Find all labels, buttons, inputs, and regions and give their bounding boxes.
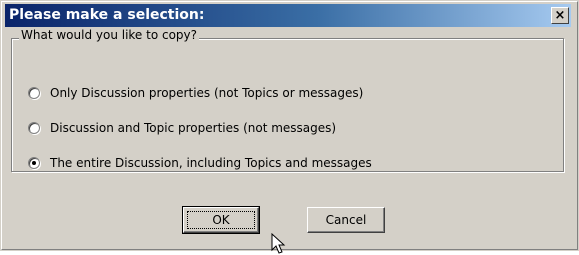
- radio-option-discussion-and-topics[interactable]: Discussion and Topic properties (not mes…: [28, 118, 336, 138]
- ok-button[interactable]: OK: [182, 206, 260, 234]
- radio-option-entire-discussion[interactable]: The entire Discussion, including Topics …: [28, 153, 372, 173]
- close-button[interactable]: ×: [551, 7, 569, 24]
- radio-label: Discussion and Topic properties (not mes…: [50, 121, 337, 135]
- radio-option-discussion-only[interactable]: Only Discussion properties (not Topics o…: [28, 83, 363, 103]
- group-legend: What would you like to copy?: [19, 28, 200, 42]
- mouse-pointer-icon: [271, 233, 286, 254]
- radio-button-selected[interactable]: [28, 157, 40, 169]
- cancel-button[interactable]: Cancel: [307, 207, 385, 233]
- close-icon: ×: [554, 8, 566, 23]
- dialog-title: Please make a selection:: [9, 7, 205, 23]
- radio-label: Only Discussion properties (not Topics o…: [50, 86, 364, 100]
- title-bar[interactable]: Please make a selection: ×: [5, 4, 571, 27]
- radio-button[interactable]: [28, 87, 40, 99]
- radio-label: The entire Discussion, including Topics …: [50, 156, 372, 170]
- copy-options-groupbox: [11, 38, 564, 172]
- selection-dialog: Please make a selection: × What would yo…: [0, 0, 579, 254]
- ok-button-label: OK: [212, 213, 230, 227]
- radio-button[interactable]: [28, 122, 40, 134]
- cancel-button-label: Cancel: [325, 213, 367, 227]
